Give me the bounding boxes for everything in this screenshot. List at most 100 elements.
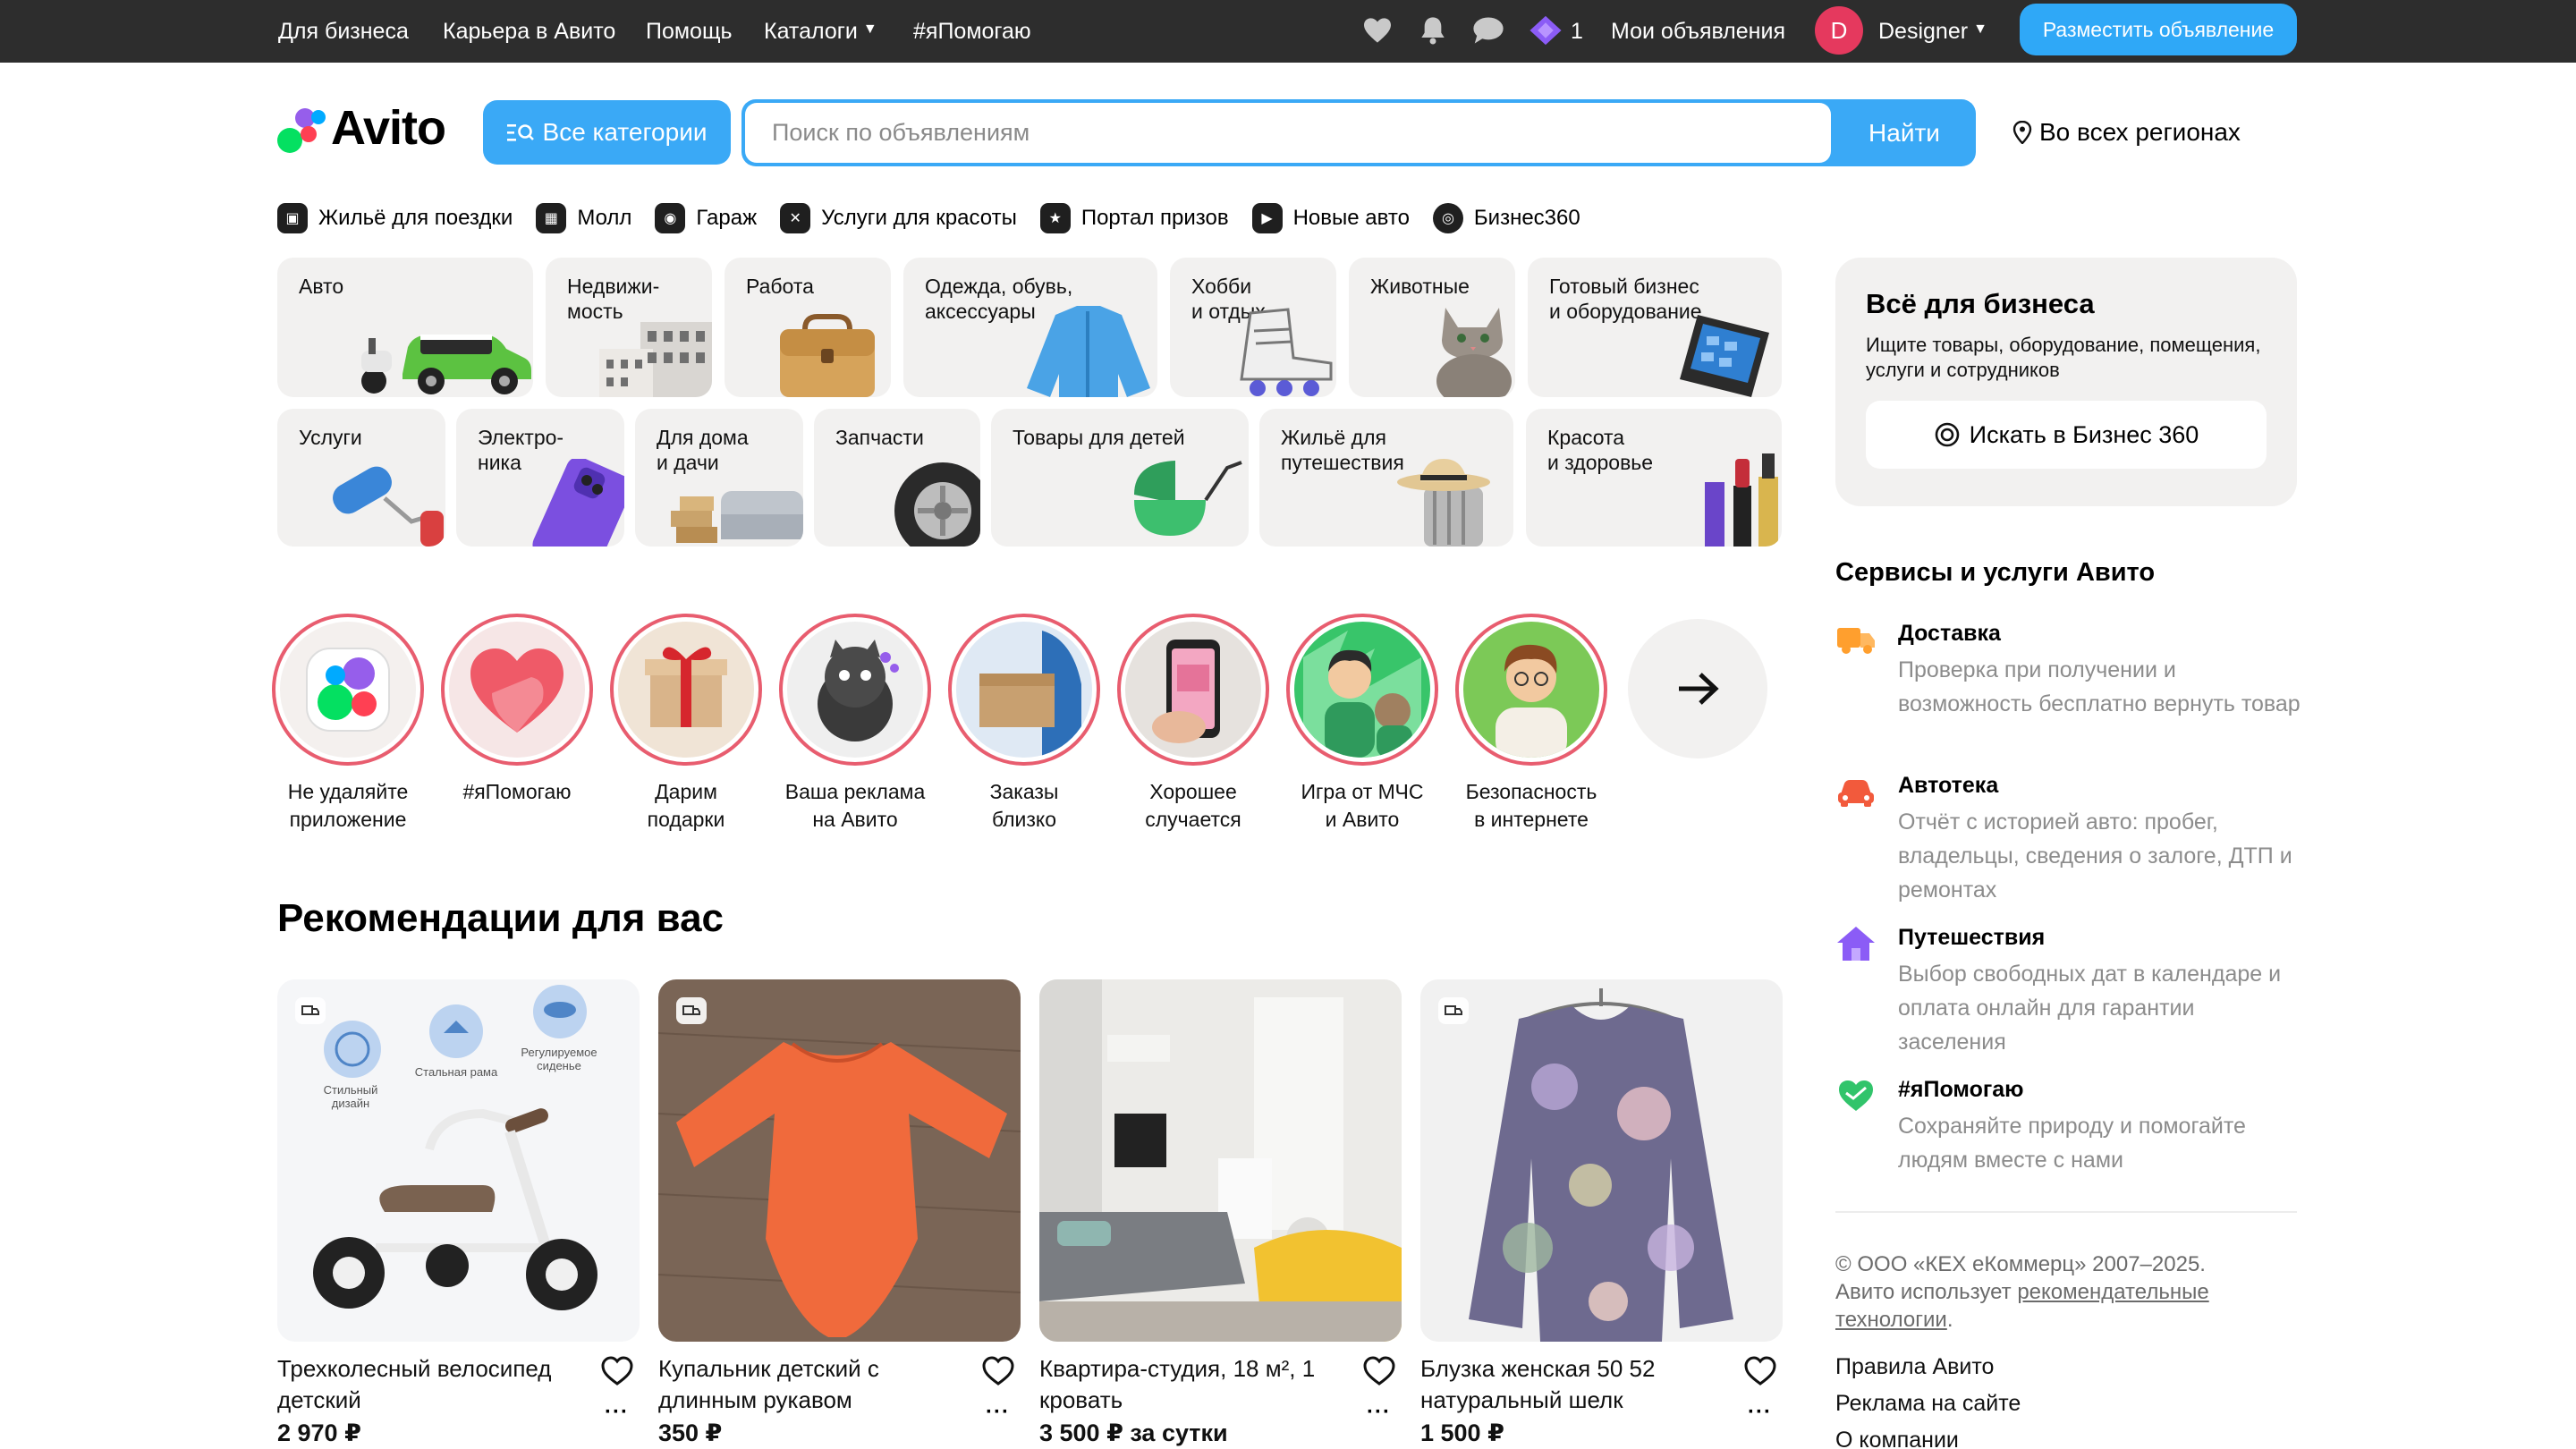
quick-link-prize-portal[interactable]: ★ Портал призов bbox=[1039, 203, 1229, 233]
avatar[interactable]: D bbox=[1815, 6, 1863, 55]
quick-links: ▣ Жильё для поездки ▦ Молл ◉ Гараж ✕ Услуги … bbox=[277, 199, 1604, 238]
ya-pomogayu-link[interactable]: #яПомогаю bbox=[913, 0, 1031, 63]
category-real-estate[interactable]: Недвижи- мость bbox=[546, 258, 712, 397]
car-icon: ◉ bbox=[655, 203, 686, 233]
quick-link-travel-housing[interactable]: ▣ Жильё для поездки bbox=[277, 203, 513, 233]
bell-icon[interactable] bbox=[1415, 13, 1451, 48]
jacket-image bbox=[1027, 306, 1150, 397]
services-title: Сервисы и услуги Авито bbox=[1835, 558, 2156, 587]
category-label: Товары для детей bbox=[1013, 426, 1185, 449]
favorite-heart-icon[interactable] bbox=[1361, 1353, 1397, 1389]
category-travel-housing[interactable]: Жильё для путешествия bbox=[1259, 409, 1513, 547]
favorite-heart-icon[interactable] bbox=[599, 1353, 635, 1389]
business360-search-button[interactable]: Искать в Бизнес 360 bbox=[1866, 401, 2267, 469]
user-menu[interactable]: Designer ▼ bbox=[1878, 0, 1987, 63]
story-mchs-game[interactable]: Игра от МЧС и Авито bbox=[1277, 614, 1447, 834]
listing-image[interactable]: Стильный дизайн Стальная рама Регулируем… bbox=[277, 979, 640, 1342]
favorite-heart-icon[interactable] bbox=[980, 1353, 1016, 1389]
category-home-garden[interactable]: Для дома и дачи bbox=[635, 409, 803, 547]
quick-link-mall[interactable]: ▦ Молл bbox=[536, 203, 631, 233]
my-ads-link[interactable]: Мои объявления bbox=[1611, 0, 1785, 63]
listing-title[interactable]: Купальник детский с длинным рукавом bbox=[658, 1353, 962, 1416]
stories-next-button[interactable] bbox=[1628, 619, 1767, 758]
story-image bbox=[280, 622, 416, 758]
story-ya-pomogayu[interactable]: #яПомогаю bbox=[432, 614, 602, 806]
heart-icon[interactable] bbox=[1360, 13, 1395, 48]
all-categories-button[interactable]: Все категории bbox=[483, 100, 731, 165]
story-advertising[interactable]: Ваша реклама на Авито bbox=[770, 614, 940, 834]
listing-title[interactable]: Блузка женская 50 52 натуральный шелк bbox=[1420, 1353, 1724, 1416]
delivery-badge-icon bbox=[676, 997, 707, 1024]
listing-card[interactable]: Квартира-студия, 18 м², 1 кровать 3 500 … bbox=[1039, 979, 1404, 1446]
chat-icon[interactable] bbox=[1470, 13, 1506, 48]
listing-card[interactable]: Блузка женская 50 52 натуральный шелк 1 … bbox=[1420, 979, 1785, 1446]
category-services[interactable]: Услуги bbox=[277, 409, 445, 547]
category-beauty-health[interactable]: Красота и здоровье bbox=[1526, 409, 1782, 547]
catalogs-dropdown[interactable]: Каталоги ▼ bbox=[764, 0, 877, 63]
top-bar: Для бизнеса Карьера в Авито Помощь Катал… bbox=[0, 0, 2576, 63]
arrow-right-icon bbox=[1679, 673, 1719, 705]
category-kids[interactable]: Товары для детей bbox=[991, 409, 1249, 547]
region-selector[interactable]: Во всех регионах bbox=[2012, 107, 2241, 157]
car-icon bbox=[1838, 780, 1874, 807]
category-animals[interactable]: Животные bbox=[1349, 258, 1515, 397]
category-electronics[interactable]: Электро- ника bbox=[456, 409, 624, 547]
category-label: Жильё для путешествия bbox=[1281, 426, 1404, 474]
listing-image[interactable] bbox=[1039, 979, 1402, 1342]
story-orders-nearby[interactable]: Заказы близко bbox=[939, 614, 1109, 834]
suitcase-icon: ▣ bbox=[277, 203, 308, 233]
diamond-icon[interactable] bbox=[1528, 13, 1563, 48]
chevron-down-icon: ▼ bbox=[1973, 21, 1987, 37]
story-dont-delete-app[interactable]: Не удаляйте приложение bbox=[263, 614, 433, 834]
listing-card[interactable]: Купальник детский с длинным рукавом 350 … bbox=[658, 979, 1023, 1446]
quick-link-business360[interactable]: ◎ Бизнес360 bbox=[1432, 203, 1580, 233]
category-business[interactable]: Готовый бизнес и оборудование bbox=[1528, 258, 1782, 397]
career-link[interactable]: Карьера в Авито bbox=[443, 0, 615, 63]
story-internet-safety[interactable]: Безопасность в интернете bbox=[1446, 614, 1616, 834]
quick-link-new-cars[interactable]: ▶ Новые авто bbox=[1251, 203, 1410, 233]
truck-icon bbox=[1837, 628, 1875, 654]
quick-link-label: Жильё для поездки bbox=[318, 206, 513, 230]
copyright-text: © ООО «КЕХ еКоммерц» 2007–2025. bbox=[1835, 1252, 2206, 1276]
service-text: Проверка при получении и возможность бес… bbox=[1898, 657, 2301, 716]
avito-logo[interactable]: Avito bbox=[277, 97, 446, 159]
service-ya-pomogayu[interactable]: #яПомогаю Сохраняйте природу и помогайте… bbox=[1835, 1075, 2301, 1182]
listing-image[interactable] bbox=[658, 979, 1021, 1342]
category-hobby[interactable]: Хобби и отдых bbox=[1170, 258, 1336, 397]
more-options-icon[interactable]: ··· bbox=[1748, 1400, 1772, 1425]
footer-link-rules[interactable]: Правила Авито bbox=[1835, 1354, 1994, 1380]
category-clothing[interactable]: Одежда, обувь, аксессуары bbox=[903, 258, 1157, 397]
story-ring bbox=[441, 614, 593, 766]
quick-link-garage[interactable]: ◉ Гараж bbox=[655, 203, 757, 233]
more-options-icon[interactable]: ··· bbox=[605, 1400, 629, 1425]
search-input[interactable] bbox=[745, 103, 1831, 163]
for-business-link[interactable]: Для бизнеса bbox=[278, 0, 409, 63]
category-auto[interactable]: Авто bbox=[277, 258, 533, 397]
quick-link-beauty-services[interactable]: ✕ Услуги для красоты bbox=[780, 203, 1017, 233]
listing-card[interactable]: Стильный дизайн Стальная рама Регулируем… bbox=[277, 979, 642, 1446]
category-parts[interactable]: Запчасти bbox=[814, 409, 980, 547]
story-good-things[interactable]: Хорошее случается bbox=[1108, 614, 1278, 834]
business360-icon bbox=[1935, 422, 1959, 447]
delivery-badge-icon bbox=[1438, 997, 1469, 1024]
listing-image[interactable] bbox=[1420, 979, 1783, 1342]
listing-title[interactable]: Трехколесный велосипед детский bbox=[277, 1353, 581, 1416]
more-options-icon[interactable]: ··· bbox=[1367, 1400, 1391, 1425]
footer-link-advertising[interactable]: Реклама на сайте bbox=[1835, 1391, 2021, 1417]
footer-link-about[interactable]: О компании bbox=[1835, 1428, 1959, 1449]
category-label: Услуги bbox=[299, 426, 362, 449]
mall-icon: ▦ bbox=[536, 203, 567, 233]
post-ad-button[interactable]: Разместить объявление bbox=[2020, 4, 2297, 55]
quick-link-label: Портал призов bbox=[1080, 206, 1229, 230]
search-button[interactable]: Найти bbox=[1833, 99, 1976, 166]
listing-title[interactable]: Квартира-студия, 18 м², 1 кровать bbox=[1039, 1353, 1343, 1416]
help-link[interactable]: Помощь bbox=[646, 0, 733, 63]
more-options-icon[interactable]: ··· bbox=[986, 1400, 1010, 1425]
category-jobs[interactable]: Работа bbox=[724, 258, 891, 397]
service-autoteka[interactable]: Автотека Отчёт с историей авто: пробег, … bbox=[1835, 771, 2301, 905]
favorite-heart-icon[interactable] bbox=[1742, 1353, 1778, 1389]
service-travel[interactable]: Путешествия Выбор свободных дат в календ… bbox=[1835, 923, 2301, 1057]
service-delivery[interactable]: Доставка Проверка при получении и возмож… bbox=[1835, 619, 2301, 753]
story-gifts[interactable]: Дарим подарки bbox=[601, 614, 771, 834]
terminal-image bbox=[1680, 315, 1769, 397]
